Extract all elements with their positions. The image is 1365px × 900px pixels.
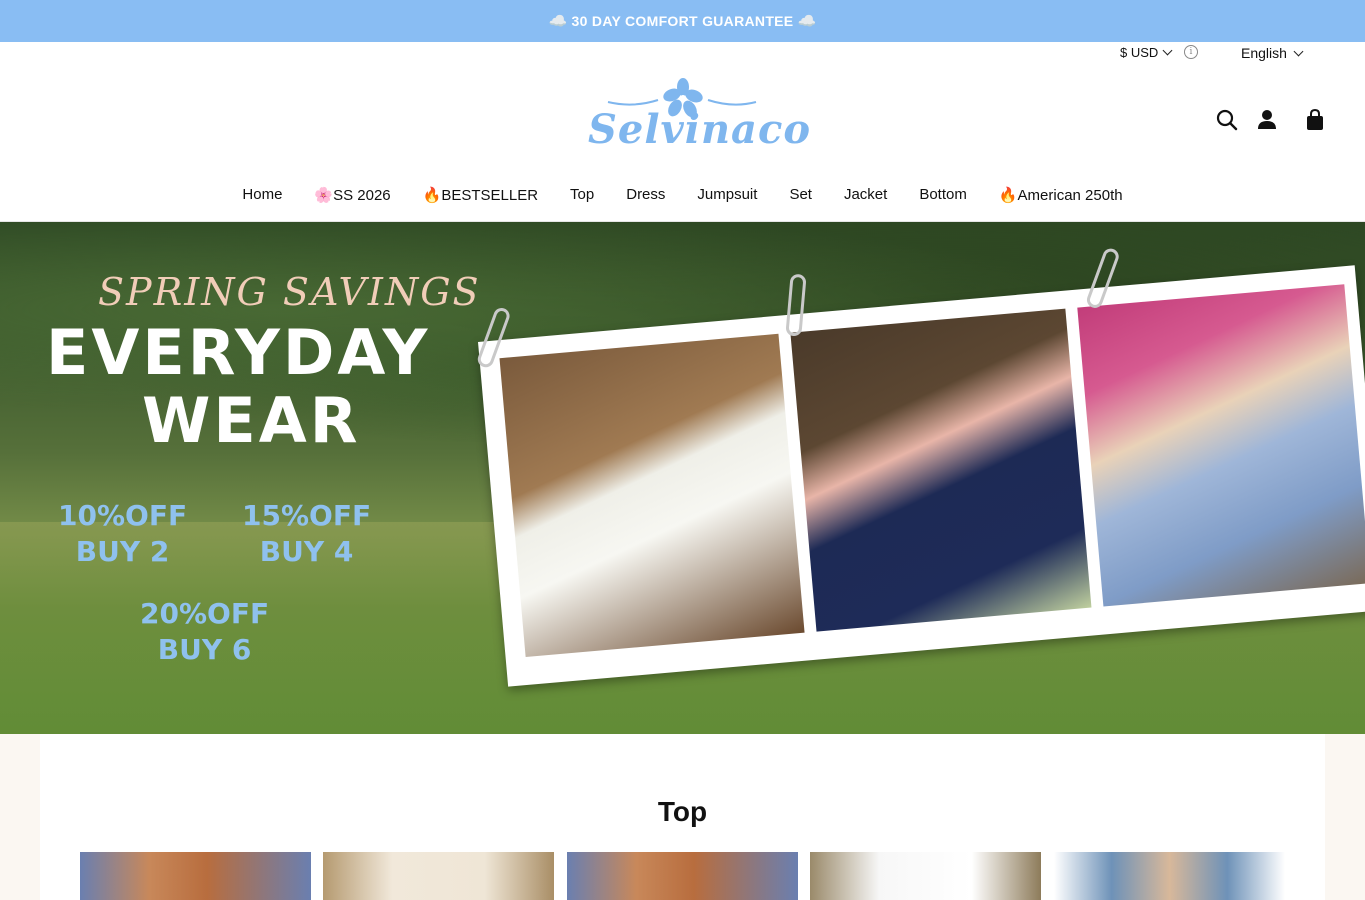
nav-item-bottom[interactable]: Bottom [903, 186, 983, 210]
search-icon[interactable] [1215, 108, 1239, 132]
chevron-down-icon [1162, 45, 1173, 56]
main-nav: Home 🌸SS 2026 🔥BESTSELLER Top Dress Jump… [0, 186, 1365, 210]
currency-selector[interactable]: $ USD [1120, 45, 1173, 60]
nav-item-top[interactable]: Top [554, 186, 610, 210]
section-title: Top [657, 796, 708, 827]
hero-kicker: SPRING SAVINGS [98, 270, 481, 314]
offer-tier-3: 20%OFF BUY 6 [140, 596, 269, 668]
info-icon[interactable]: i [1184, 45, 1198, 59]
product-card[interactable] [80, 852, 311, 900]
nav-item-set[interactable]: Set [773, 186, 828, 210]
announcement-text: 30 DAY COMFORT GUARANTEE [571, 13, 794, 29]
cart-icon[interactable] [1303, 108, 1327, 132]
chevron-down-icon [1293, 46, 1304, 56]
offer-tier-1: 10%OFF BUY 2 [58, 498, 187, 570]
product-card[interactable] [323, 852, 554, 900]
nav-item-jumpsuit[interactable]: Jumpsuit [681, 186, 773, 210]
currency-label: $ USD [1120, 45, 1159, 60]
offer-condition: BUY 2 [75, 535, 170, 568]
nav-item-american-250th[interactable]: 🔥American 250th [983, 186, 1139, 210]
photo-floral-dress [790, 308, 1092, 632]
offer-discount: 10%OFF [58, 499, 188, 532]
account-icon[interactable] [1255, 108, 1279, 132]
nav-item-bestseller[interactable]: 🔥BESTSELLER [407, 186, 554, 210]
cloud-icon: ☁️ [548, 13, 568, 30]
product-card[interactable] [810, 852, 1041, 900]
cloud-icon: ☁️ [797, 13, 817, 30]
product-card[interactable] [567, 852, 798, 900]
announcement-bar: ☁️ 30 DAY COMFORT GUARANTEE ☁️ [0, 0, 1365, 42]
offer-condition: BUY 4 [259, 535, 354, 568]
hero-headline-line-2: WEAR [142, 384, 361, 457]
nav-item-home[interactable]: Home [226, 186, 298, 210]
nav-item-ss-2026[interactable]: 🌸SS 2026 [298, 186, 406, 210]
offer-discount: 20%OFF [140, 597, 270, 630]
photo-white-dress [499, 333, 805, 658]
offer-tier-2: 15%OFF BUY 4 [242, 498, 371, 570]
hero-headline-line-1: EVERYDAY [46, 316, 431, 389]
nav-item-dress[interactable]: Dress [610, 186, 681, 210]
utility-bar: $ USD i English [0, 42, 1365, 64]
language-label: English [1241, 45, 1287, 61]
site-logo[interactable]: Selvinaco [588, 78, 812, 162]
product-card[interactable] [1054, 852, 1285, 900]
language-selector[interactable]: English [1241, 45, 1304, 61]
hero-banner[interactable]: SPRING SAVINGS EVERYDAY WEAR 10%OFF BUY … [0, 222, 1365, 734]
logo-text: Selvinaco [588, 106, 812, 153]
offer-condition: BUY 6 [157, 633, 252, 666]
offer-discount: 15%OFF [242, 499, 372, 532]
nav-item-jacket[interactable]: Jacket [828, 186, 903, 210]
photo-striped-top [1077, 284, 1365, 607]
